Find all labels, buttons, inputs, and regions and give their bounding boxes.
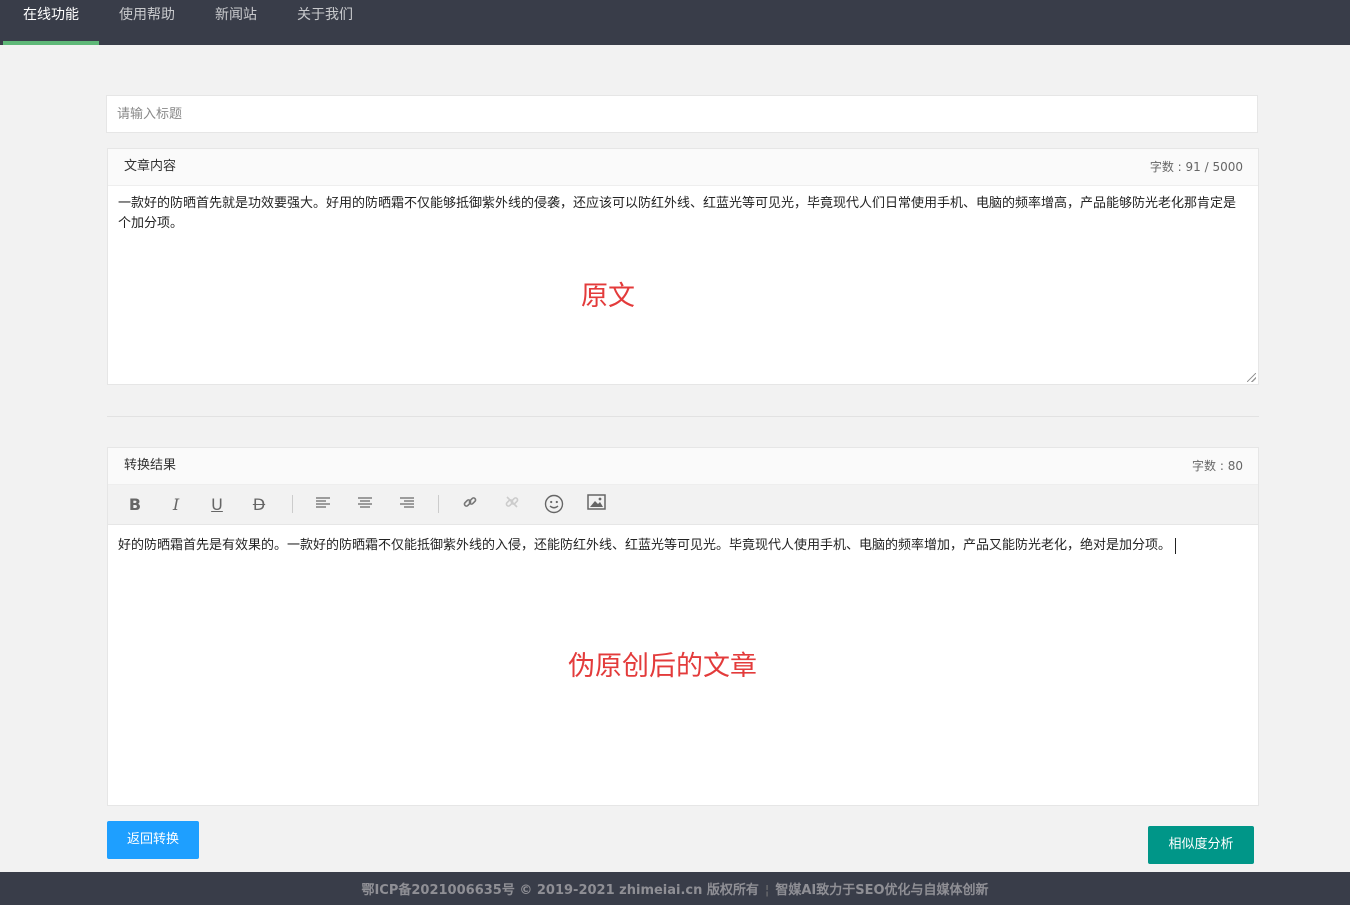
result-panel: 转换结果 字数 : 80 B I U D 好的防晒霜首先是有效果的。一款好的防晒… xyxy=(107,447,1259,806)
original-panel-title: 文章内容 xyxy=(124,159,177,174)
toolbar-separator xyxy=(438,495,439,513)
nav-item-label: 关于我们 xyxy=(297,7,353,23)
image-icon[interactable] xyxy=(585,494,607,516)
emoji-icon[interactable] xyxy=(543,494,565,516)
result-text: 好的防晒霜首先是有效果的。一款好的防晒霜不仅能抵御紫外线的入侵，还能防红外线、红… xyxy=(118,538,1172,553)
nav-item-about[interactable]: 关于我们 xyxy=(286,0,364,45)
section-divider xyxy=(107,416,1259,417)
original-annotation: 原文 xyxy=(581,281,635,312)
unlink-icon[interactable] xyxy=(501,494,523,516)
nav-item-label: 新闻站 xyxy=(215,7,257,23)
similarity-analysis-button[interactable]: 相似度分析 xyxy=(1148,826,1254,864)
footer-copyright: 鄂ICP备2021006635号 © 2019-2021 zhimeiai.cn… xyxy=(361,883,759,898)
result-annotation: 伪原创后的文章 xyxy=(568,651,757,682)
align-center-icon[interactable] xyxy=(354,494,376,516)
align-left-icon[interactable] xyxy=(312,494,334,516)
underline-icon[interactable]: U xyxy=(206,494,228,516)
nav-item-online-features[interactable]: 在线功能 xyxy=(3,0,99,45)
nav-item-label: 使用帮助 xyxy=(119,7,175,23)
toolbar-separator xyxy=(292,495,293,513)
text-cursor xyxy=(1175,537,1177,554)
strikethrough-icon[interactable]: D xyxy=(248,494,270,516)
link-icon[interactable] xyxy=(459,494,481,516)
italic-icon[interactable]: I xyxy=(165,494,187,516)
original-text: 一款好的防晒首先就是功效要强大。好用的防晒霜不仅能够抵御紫外线的侵袭，还应该可以… xyxy=(118,196,1237,231)
editor-toolbar: B I U D xyxy=(108,485,1258,525)
original-word-count: 字数 : 91 / 5000 xyxy=(1149,160,1243,174)
bold-icon[interactable]: B xyxy=(124,494,146,516)
original-panel-header: 文章内容 字数 : 91 / 5000 xyxy=(108,149,1258,186)
footer-slogan: 智媒AI致力于SEO优化与自媒体创新 xyxy=(775,883,989,898)
result-panel-title: 转换结果 xyxy=(124,458,177,473)
original-article-panel: 文章内容 字数 : 91 / 5000 一款好的防晒首先就是功效要强大。好用的防… xyxy=(107,148,1259,385)
back-to-convert-button[interactable]: 返回转换 xyxy=(107,821,199,859)
result-word-count: 字数 : 80 xyxy=(1192,459,1243,473)
resize-handle[interactable] xyxy=(1247,373,1256,382)
nav-active-indicator xyxy=(3,41,99,45)
align-right-icon[interactable] xyxy=(396,494,418,516)
nav-item-news[interactable]: 新闻站 xyxy=(204,0,268,45)
footer-separator: ¦ xyxy=(764,883,770,898)
title-input[interactable] xyxy=(106,95,1258,133)
footer: 鄂ICP备2021006635号 © 2019-2021 zhimeiai.cn… xyxy=(0,872,1350,905)
top-nav: 在线功能 使用帮助 新闻站 关于我们 xyxy=(0,0,1350,45)
result-panel-header: 转换结果 字数 : 80 xyxy=(108,448,1258,485)
nav-item-help[interactable]: 使用帮助 xyxy=(108,0,186,45)
original-textarea[interactable]: 一款好的防晒首先就是功效要强大。好用的防晒霜不仅能够抵御紫外线的侵袭，还应该可以… xyxy=(108,186,1258,384)
nav-item-label: 在线功能 xyxy=(23,7,79,23)
